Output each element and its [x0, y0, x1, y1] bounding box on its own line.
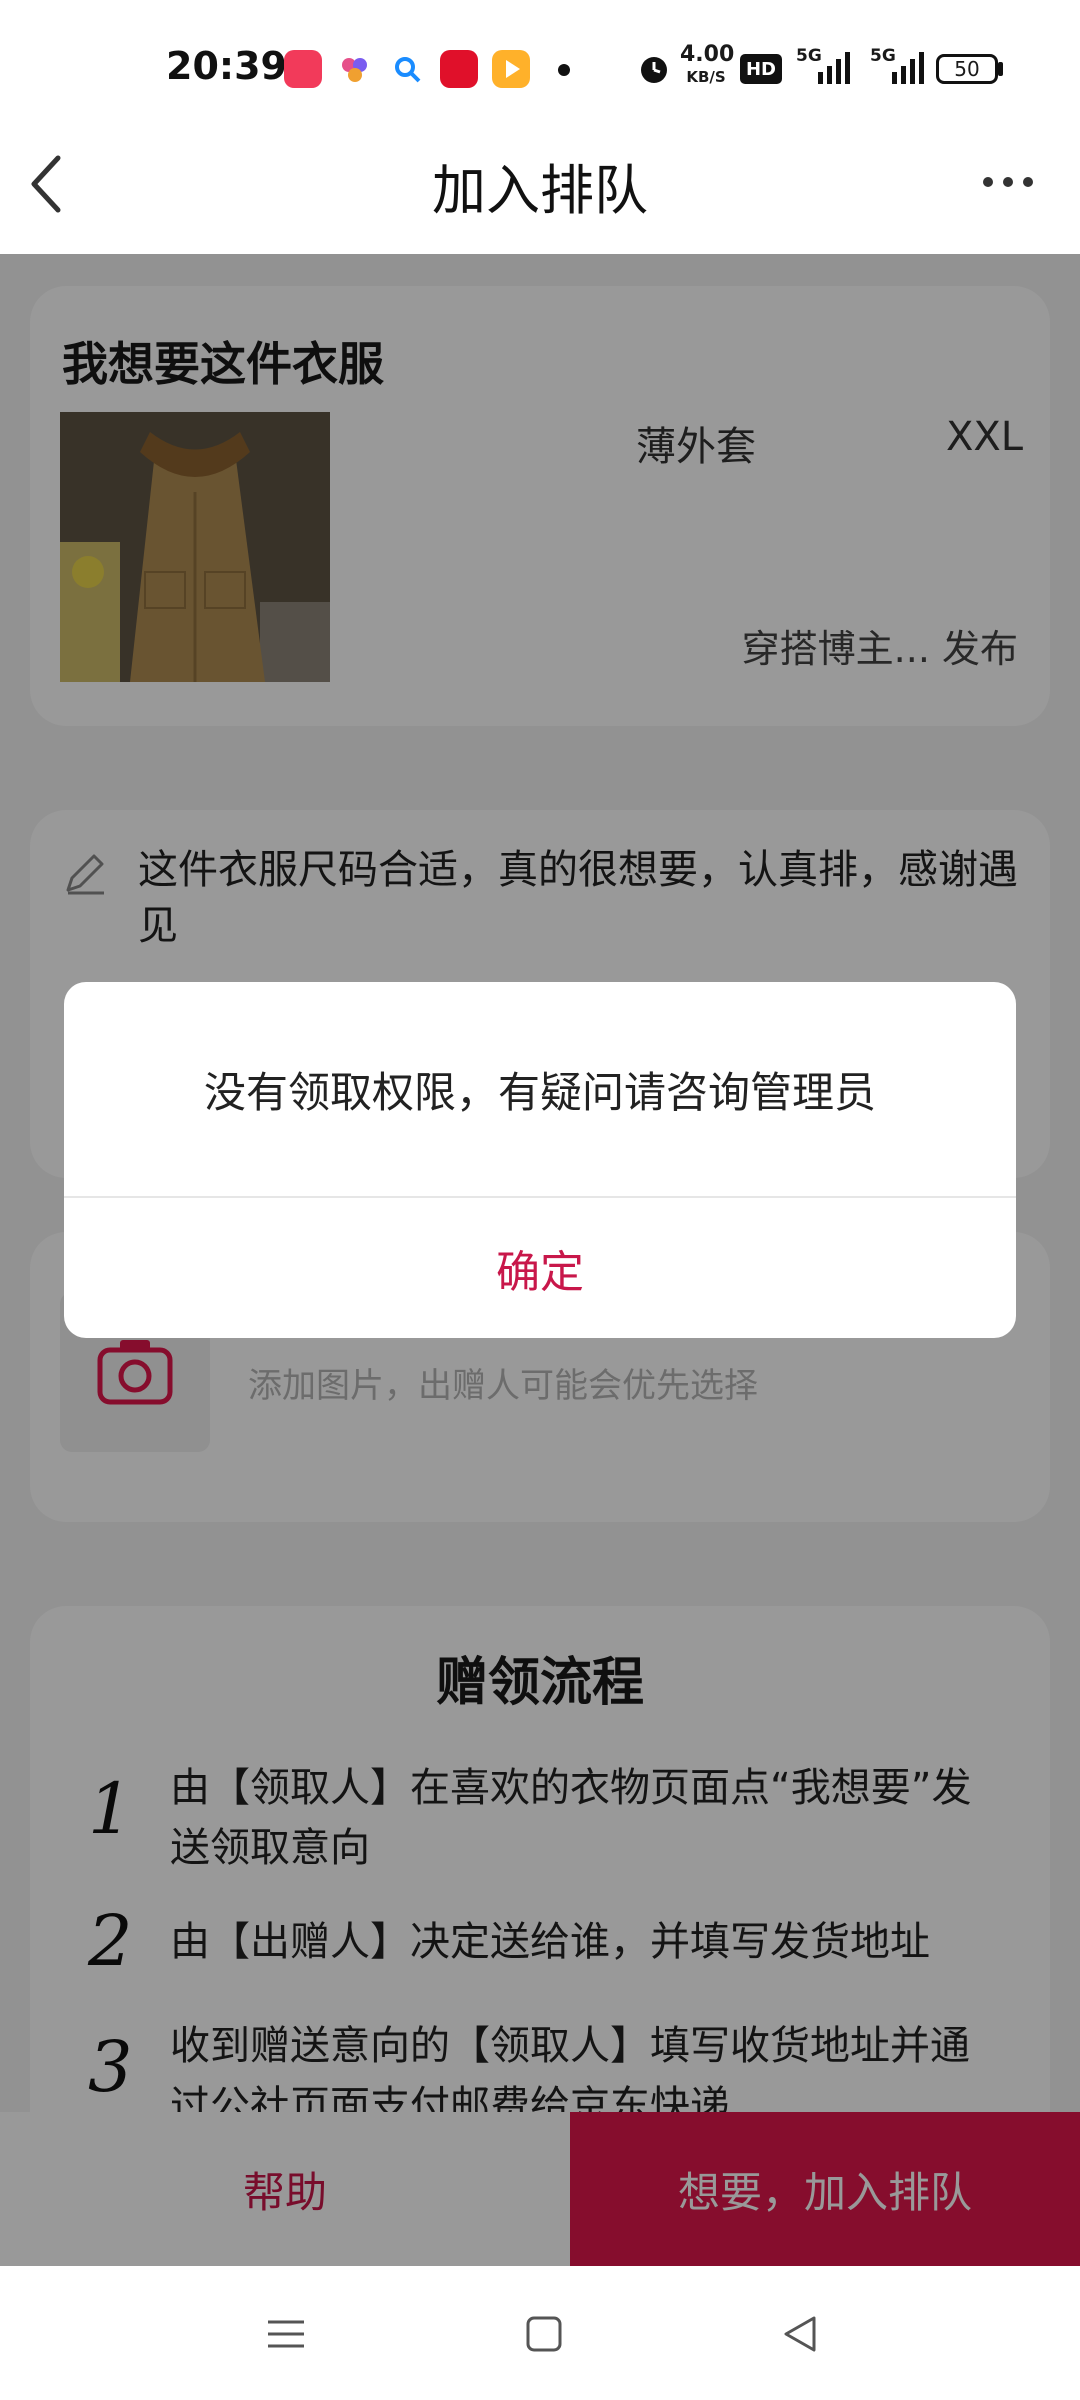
search-app-icon [388, 50, 426, 88]
net-speed: 4.00 KB/S [680, 42, 735, 88]
signal-icon-2: 5G [870, 46, 934, 86]
shopping-app-icon [440, 50, 478, 88]
back-nav-icon[interactable] [774, 2306, 830, 2362]
home-icon[interactable] [516, 2306, 572, 2362]
hd-badge: HD [740, 54, 782, 84]
music-app-icon [284, 50, 322, 88]
video-app-icon [492, 50, 530, 88]
confirm-button[interactable]: 确定 [64, 1198, 1016, 1338]
page-title: 加入排队 [432, 159, 648, 222]
menu-icon[interactable] [258, 2306, 314, 2362]
net-speed-value: 4.00 [680, 42, 735, 67]
signal-icon: 5G [796, 46, 860, 86]
alarm-icon [636, 50, 672, 86]
battery-icon: 50 [936, 54, 998, 84]
notification-dot-icon [558, 64, 570, 76]
flower-app-icon [336, 50, 374, 88]
status-time: 20:39 [166, 44, 287, 88]
alert-dialog: 没有领取权限，有疑问请咨询管理员 确定 [64, 982, 1016, 1338]
net-speed-unit: KB/S [686, 68, 726, 86]
more-options-icon[interactable] [978, 170, 1038, 194]
battery-tip [998, 62, 1003, 76]
dialog-message: 没有领取权限，有疑问请咨询管理员 [203, 1067, 876, 1117]
